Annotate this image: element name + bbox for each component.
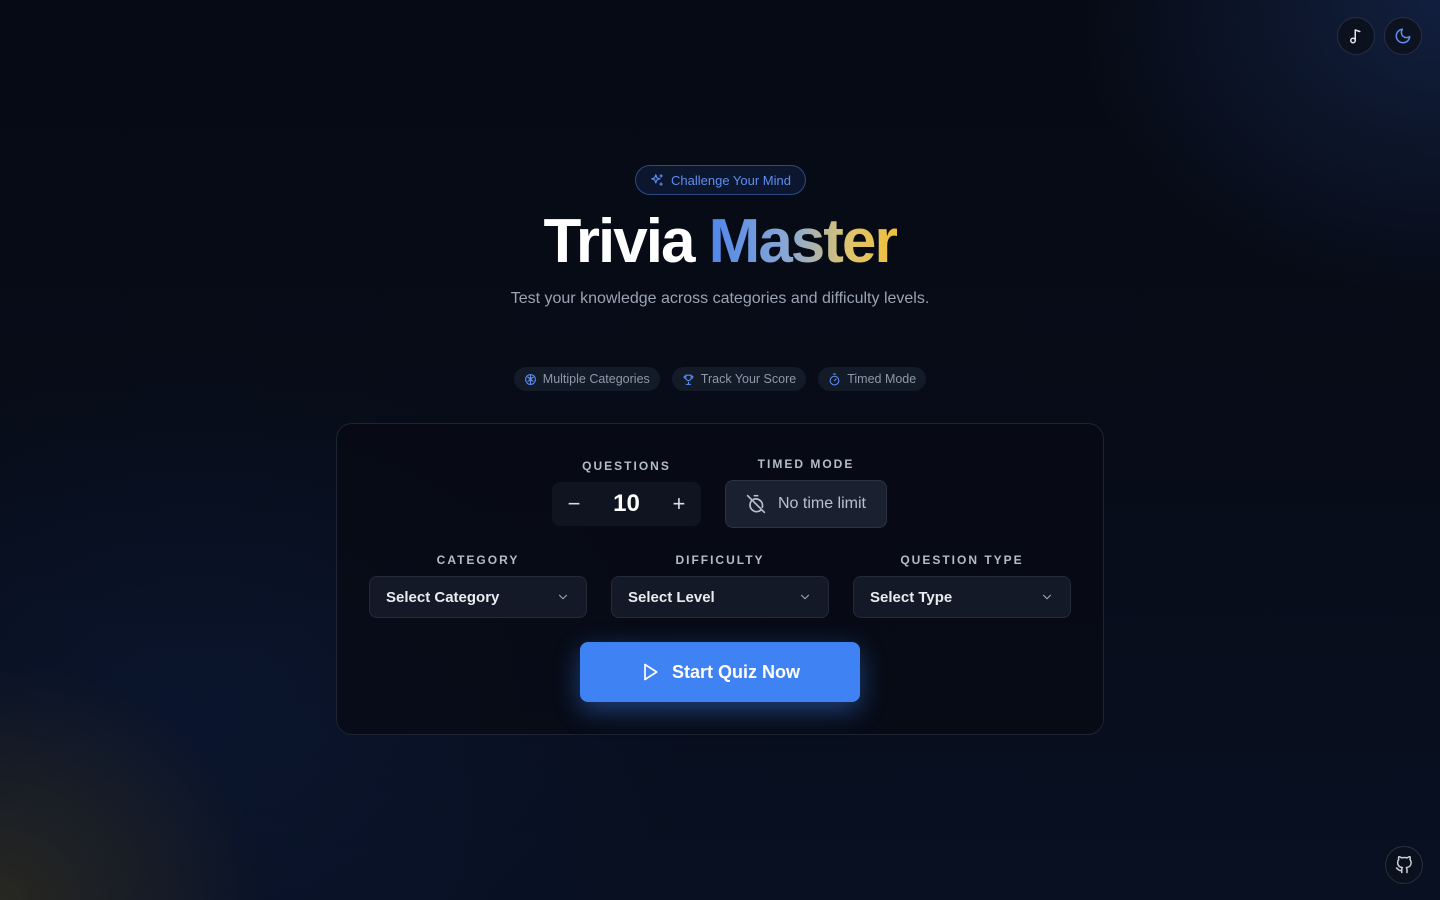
trophy-icon [683, 374, 694, 385]
badge-text: Challenge Your Mind [671, 172, 791, 188]
play-icon [644, 663, 658, 681]
category-label: CATEGORY [436, 553, 520, 567]
questions-label: QUESTIONS [582, 459, 671, 473]
timer-icon [829, 373, 840, 385]
decrement-button[interactable]: − [552, 482, 596, 526]
chevron-down-icon [800, 594, 810, 600]
brain-icon [524, 373, 536, 385]
feature-chip-timed: Timed Mode [818, 367, 927, 391]
chevron-down-icon [1042, 594, 1052, 600]
page-subtitle: Test your knowledge across categories an… [510, 290, 930, 307]
feature-chips: Multiple Categories Track Your Score Tim… [0, 367, 1440, 391]
music-toggle-button[interactable] [1337, 17, 1375, 55]
music-note-icon [1350, 29, 1361, 44]
timed-mode-toggle[interactable]: No time limit [725, 480, 887, 528]
feature-chip-score: Track Your Score [671, 367, 807, 391]
questions-stepper: − 10 + [552, 482, 701, 526]
sparkles-icon [651, 174, 663, 186]
feature-chip-label: Multiple Categories [542, 372, 650, 386]
question-type-select[interactable]: Select Type [853, 576, 1071, 618]
category-select-value: Select Category [386, 588, 500, 606]
difficulty-label: DIFFICULTY [675, 553, 765, 567]
timed-mode-value: No time limit [777, 495, 866, 512]
question-type-select-value: Select Type [870, 588, 953, 606]
timer-off-icon [746, 494, 766, 514]
timed-mode-label: TIMED MODE [757, 457, 855, 471]
github-link-button[interactable] [1385, 846, 1423, 884]
moon-icon [1395, 28, 1411, 44]
title-word-master: Master [708, 207, 899, 276]
question-type-label: QUESTION TYPE [900, 553, 1024, 567]
github-icon [1395, 856, 1412, 874]
title-word-trivia: Trivia [543, 207, 695, 276]
questions-count: 10 [613, 490, 640, 517]
chevron-down-icon [558, 594, 568, 600]
theme-toggle-button[interactable] [1384, 17, 1422, 55]
start-quiz-label: Start Quiz Now [671, 661, 800, 682]
feature-chip-label: Timed Mode [847, 372, 917, 386]
feature-chip-label: Track Your Score [700, 372, 797, 386]
difficulty-select[interactable]: Select Level [611, 576, 829, 618]
difficulty-select-value: Select Level [628, 588, 715, 606]
challenge-badge: Challenge Your Mind [635, 165, 806, 195]
category-select[interactable]: Select Category [369, 576, 587, 618]
feature-chip-categories: Multiple Categories [513, 367, 660, 391]
start-quiz-button[interactable]: Start Quiz Now [580, 642, 860, 702]
page-title: Trivia Master [0, 206, 1440, 278]
increment-button[interactable]: + [657, 482, 701, 526]
